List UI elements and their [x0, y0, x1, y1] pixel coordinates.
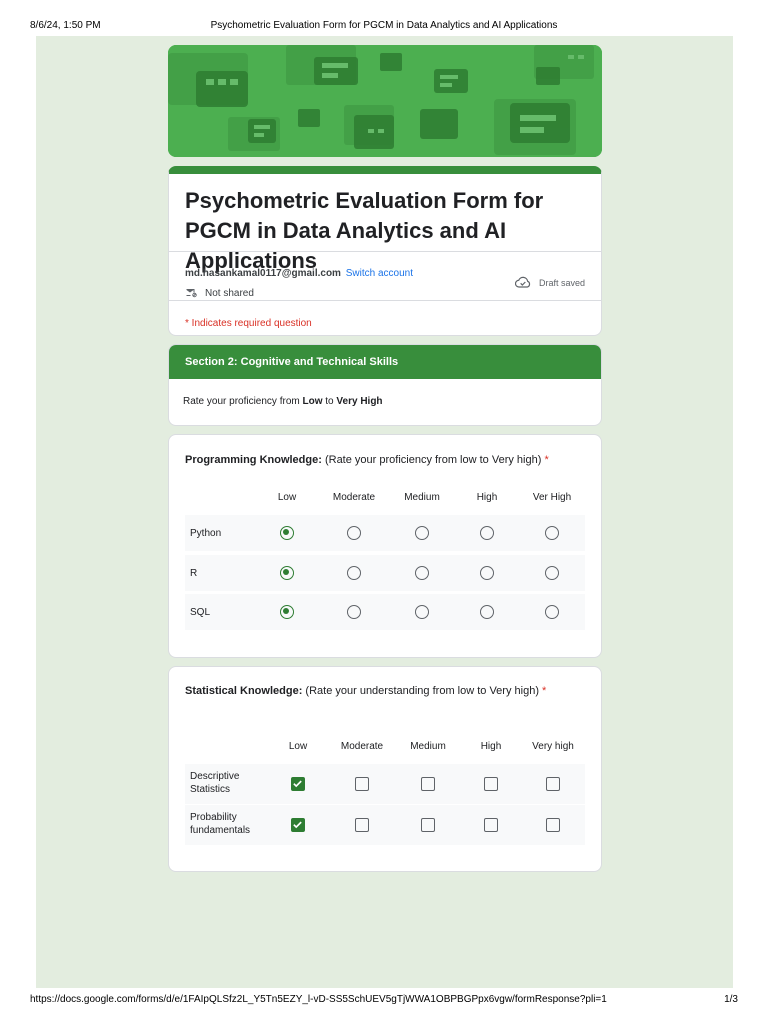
- account-email: md.hasankamal0117@gmail.com: [185, 268, 341, 279]
- radio-button[interactable]: [280, 566, 294, 580]
- column-header: Ver High: [532, 492, 572, 503]
- checkbox[interactable]: [291, 777, 305, 791]
- checkmark-icon: [293, 821, 302, 829]
- print-url: https://docs.google.com/forms/d/e/1FAIpQ…: [30, 994, 607, 1005]
- checkbox[interactable]: [355, 777, 369, 791]
- column-header: Low: [277, 492, 297, 503]
- question-programming-knowledge: Programming Knowledge: (Rate your profic…: [168, 434, 602, 658]
- radio-button[interactable]: [545, 566, 559, 580]
- radio-button[interactable]: [415, 566, 429, 580]
- account-row: md.hasankamal0117@gmail.com Switch accou…: [185, 268, 413, 279]
- print-footer: https://docs.google.com/forms/d/e/1FAIpQ…: [0, 988, 768, 1024]
- column-header: Moderate: [340, 741, 384, 752]
- grid-row: Python: [185, 515, 585, 551]
- grid-row: Probability fundamentals: [185, 805, 585, 845]
- checkbox[interactable]: [484, 818, 498, 832]
- header-banner-image: [168, 45, 602, 157]
- grid-row: Descriptive Statistics: [185, 764, 585, 804]
- checkbox[interactable]: [421, 777, 435, 791]
- radio-button[interactable]: [415, 605, 429, 619]
- question-title: Statistical Knowledge: (Rate your unders…: [185, 685, 547, 697]
- row-label: Python: [190, 528, 222, 539]
- radio-button[interactable]: [545, 605, 559, 619]
- required-note: * Indicates required question: [185, 318, 312, 329]
- radio-button[interactable]: [545, 526, 559, 540]
- column-header: Medium: [404, 492, 440, 503]
- row-label: SQL: [190, 607, 211, 618]
- not-shared-label: Not shared: [205, 288, 254, 299]
- checkbox[interactable]: [484, 777, 498, 791]
- checkbox[interactable]: [546, 818, 560, 832]
- radio-button[interactable]: [347, 605, 361, 619]
- question-statistical-knowledge: Statistical Knowledge: (Rate your unders…: [168, 666, 602, 872]
- question-title: Programming Knowledge: (Rate your profic…: [185, 454, 549, 466]
- checkbox[interactable]: [291, 818, 305, 832]
- column-header: High: [476, 492, 498, 503]
- draft-saved-label: Draft saved: [538, 278, 585, 288]
- section-description: Rate your proficiency from Low to Very H…: [183, 396, 383, 407]
- column-header: Moderate: [332, 492, 376, 503]
- row-label: R: [190, 568, 198, 579]
- radio-button[interactable]: [280, 605, 294, 619]
- radio-button[interactable]: [347, 566, 361, 580]
- print-header: 8/6/24, 1:50 PM Psychometric Evaluation …: [0, 0, 768, 36]
- radio-button[interactable]: [280, 526, 294, 540]
- form-header-card: Psychometric Evaluation Form for PGCM in…: [168, 166, 602, 336]
- column-header: Medium: [410, 741, 446, 752]
- form-title: Psychometric Evaluation Form for PGCM in…: [185, 188, 544, 273]
- grid-row: R: [185, 555, 585, 591]
- section-card: Section 2: Cognitive and Technical Skill…: [168, 344, 602, 426]
- checkmark-icon: [293, 780, 302, 788]
- radio-button[interactable]: [347, 526, 361, 540]
- not-shared-icon: [185, 286, 197, 301]
- column-header: High: [480, 741, 502, 752]
- switch-account-link[interactable]: Switch account: [346, 268, 413, 279]
- divider: [169, 300, 601, 301]
- row-label: Descriptive Statistics: [190, 771, 240, 795]
- checkbox[interactable]: [421, 818, 435, 832]
- checkbox[interactable]: [546, 777, 560, 791]
- row-label: Probability fundamentals: [190, 812, 251, 836]
- print-title: Psychometric Evaluation Form for PGCM in…: [210, 20, 558, 31]
- print-page-number: 1/3: [724, 994, 738, 1005]
- section-title: Section 2: Cognitive and Technical Skill…: [169, 345, 601, 379]
- draft-status: Draft saved: [514, 276, 585, 290]
- column-header: Low: [288, 741, 308, 752]
- radio-button[interactable]: [480, 605, 494, 619]
- radio-button[interactable]: [415, 526, 429, 540]
- checkbox[interactable]: [355, 818, 369, 832]
- cloud-saved-icon: [514, 276, 531, 290]
- column-header: Very high: [532, 741, 574, 752]
- divider: [169, 251, 601, 252]
- radio-button[interactable]: [480, 526, 494, 540]
- radio-button[interactable]: [480, 566, 494, 580]
- grid-row: SQL: [185, 594, 585, 630]
- sharing-status: Not shared: [185, 286, 254, 301]
